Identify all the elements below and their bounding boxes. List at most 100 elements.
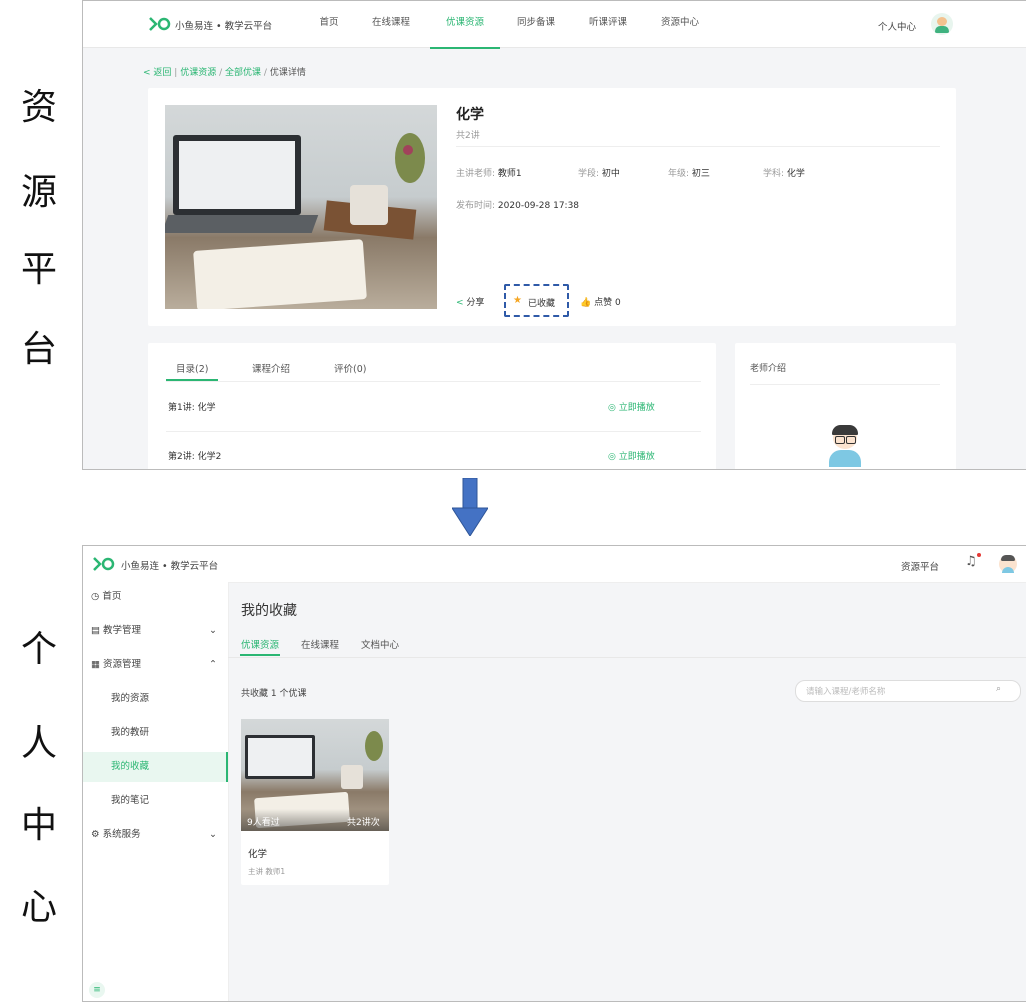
- char: 人: [20, 723, 57, 764]
- search-icon[interactable]: ⌕: [996, 684, 1001, 694]
- char: 个: [20, 629, 57, 670]
- tab-doc-center[interactable]: 文档中心: [361, 637, 399, 651]
- logo-icon: [93, 557, 115, 571]
- label: 学段:: [578, 169, 600, 179]
- favorited-label: 已收藏: [528, 299, 556, 309]
- top-bar: 小鱼易连 • 教学云平台 资源平台 ♫: [83, 546, 1026, 583]
- like-label: 点赞 0: [594, 298, 621, 308]
- like-button[interactable]: 👍 点赞 0: [580, 295, 621, 308]
- char: 源: [20, 172, 57, 213]
- char: 平: [20, 249, 57, 290]
- card-title: 化学: [248, 849, 268, 860]
- publish-time: 发布时间: 2020-09-28 17:38: [456, 198, 579, 211]
- chevron-down-icon: ⌄: [209, 625, 217, 636]
- label: 年级:: [668, 169, 690, 179]
- nav-listen-eval[interactable]: 听课评课: [583, 1, 633, 47]
- label: 主讲老师:: [456, 169, 496, 179]
- gear-icon: ⚙: [91, 829, 100, 840]
- course-lecture-count: 共2讲: [456, 131, 480, 141]
- search-placeholder: 请输入课程/老师名称: [806, 687, 886, 697]
- favorite-course-card[interactable]: 9人看过 共2讲次 化学 主讲 教师1: [241, 719, 389, 885]
- page-title: 我的收藏: [241, 603, 297, 619]
- value: 化学: [786, 169, 805, 179]
- char: 中: [20, 805, 57, 846]
- share-label: 分享: [466, 298, 485, 308]
- sidebar-item-my-resources[interactable]: 我的资源: [83, 684, 228, 714]
- sidebar-item-resource-mgmt[interactable]: ▦ 资源管理 ⌃: [83, 650, 236, 680]
- sidebar: ◷ 首页 ▤ 教学管理 ⌄ ▦ 资源管理 ⌃ 我的资源 我的教研 我的收藏 我的笔记…: [83, 582, 229, 1001]
- label: 主讲: [248, 867, 263, 876]
- personal-center-screenshot: 小鱼易连 • 教学云平台 资源平台 ♫ ◷ 首页 ▤ 教学管理 ⌄ ▦ 资源管理 ⌃…: [82, 545, 1026, 1002]
- sidebar-item-my-favorites[interactable]: 我的收藏: [83, 752, 228, 782]
- sidebar-item-my-research[interactable]: 我的教研: [83, 718, 228, 748]
- bell-icon[interactable]: ♫: [965, 554, 977, 569]
- course-title: 化学: [456, 107, 484, 123]
- breadcrumb: < 返回 | 优课资源 / 全部优课 / 优课详情: [143, 68, 306, 78]
- nav-sync-prep[interactable]: 同步备课: [511, 1, 561, 47]
- char: 心: [20, 887, 57, 928]
- resource-platform-link[interactable]: 资源平台: [901, 559, 939, 573]
- play-button[interactable]: ◎ 立即播放: [608, 400, 655, 413]
- star-icon: ★: [513, 295, 522, 306]
- lesson-title: 第1讲: 化学: [168, 403, 216, 413]
- play-button[interactable]: ◎ 立即播放: [608, 449, 655, 462]
- breadcrumb-sep: /: [263, 68, 267, 78]
- collapse-menu-icon[interactable]: ≡: [89, 982, 105, 998]
- value: 教师1: [265, 867, 286, 876]
- teacher-avatar: [829, 425, 861, 467]
- lesson-item: 第1讲: 化学: [168, 400, 216, 413]
- char: 台: [20, 329, 57, 370]
- card-teacher: 主讲 教师1: [248, 866, 285, 877]
- sidebar-item-teaching[interactable]: ▤ 教学管理 ⌄: [83, 616, 236, 646]
- view-count: 9人看过: [247, 818, 280, 828]
- teacher-intro-title: 老师介绍: [750, 364, 787, 374]
- subject-info: 学科: 化学: [763, 166, 805, 179]
- label: 学科:: [763, 169, 785, 179]
- back-link[interactable]: < 返回: [143, 68, 171, 78]
- sidebar-item-system[interactable]: ⚙ 系统服务 ⌄: [83, 820, 236, 850]
- teacher-intro-card: 老师介绍: [735, 343, 956, 469]
- nav-online-course[interactable]: 在线课程: [366, 1, 416, 47]
- personal-center-link[interactable]: 个人中心: [878, 19, 916, 33]
- share-icon: <: [456, 298, 464, 308]
- nav-resource-center[interactable]: 资源中心: [655, 1, 705, 47]
- sidebar-item-my-notes[interactable]: 我的笔记: [83, 786, 228, 816]
- tab-online-course[interactable]: 在线课程: [301, 637, 339, 651]
- thumbs-up-icon: 👍: [580, 298, 592, 308]
- play-label: 立即播放: [618, 403, 655, 413]
- share-button[interactable]: < 分享: [456, 295, 484, 308]
- chevron-up-icon: ⌃: [209, 659, 217, 670]
- value: 教师1: [497, 169, 522, 179]
- favorited-button[interactable]: ★ 已收藏: [504, 284, 569, 317]
- logo-icon: [149, 17, 171, 31]
- grid-icon: ▦: [91, 659, 100, 670]
- chevron-down-icon: ⌄: [209, 829, 217, 840]
- avatar[interactable]: [931, 13, 953, 35]
- tab-review[interactable]: 评价(0): [334, 361, 366, 375]
- lesson-item: 第2讲: 化学2: [168, 449, 221, 462]
- avatar[interactable]: [999, 555, 1017, 573]
- stage-info: 学段: 初中: [578, 166, 620, 179]
- search-input[interactable]: 请输入课程/老师名称 ⌕: [795, 680, 1021, 702]
- brand-name: 小鱼易连 • 教学云平台: [121, 561, 219, 572]
- breadcrumb-sep: /: [219, 68, 223, 78]
- sidebar-item-home[interactable]: ◷ 首页: [83, 582, 236, 612]
- nav-home[interactable]: 首页: [309, 1, 349, 47]
- course-cover-image: [165, 105, 437, 309]
- course-detail-card: 化学 共2讲 主讲老师: 教师1 学段: 初中 年级: 初三 学科: 化学 发布…: [148, 88, 956, 326]
- lesson-title: 第2讲: 化学2: [168, 452, 222, 462]
- value: 初中: [601, 169, 620, 179]
- nav-quality-resource[interactable]: 优课资源: [430, 1, 500, 49]
- breadcrumb-item[interactable]: 优课资源: [180, 68, 216, 78]
- lesson-count: 共2讲次: [347, 818, 380, 828]
- grade-info: 年级: 初三: [668, 166, 710, 179]
- tab-quality-resource[interactable]: 优课资源: [241, 637, 279, 651]
- breadcrumb-item[interactable]: 全部优课: [225, 68, 261, 78]
- tab-catalog[interactable]: 目录(2): [176, 361, 208, 375]
- value: 初三: [691, 169, 710, 179]
- top-nav-bar: 小鱼易连 • 教学云平台 首页 在线课程 优课资源 同步备课 听课评课 资源中心…: [83, 1, 1026, 49]
- sidebar-item-label: 教学管理: [103, 625, 142, 636]
- char: 资: [20, 87, 57, 128]
- brand-name: 小鱼易连 • 教学云平台: [175, 21, 273, 32]
- tab-course-intro[interactable]: 课程介绍: [252, 361, 290, 375]
